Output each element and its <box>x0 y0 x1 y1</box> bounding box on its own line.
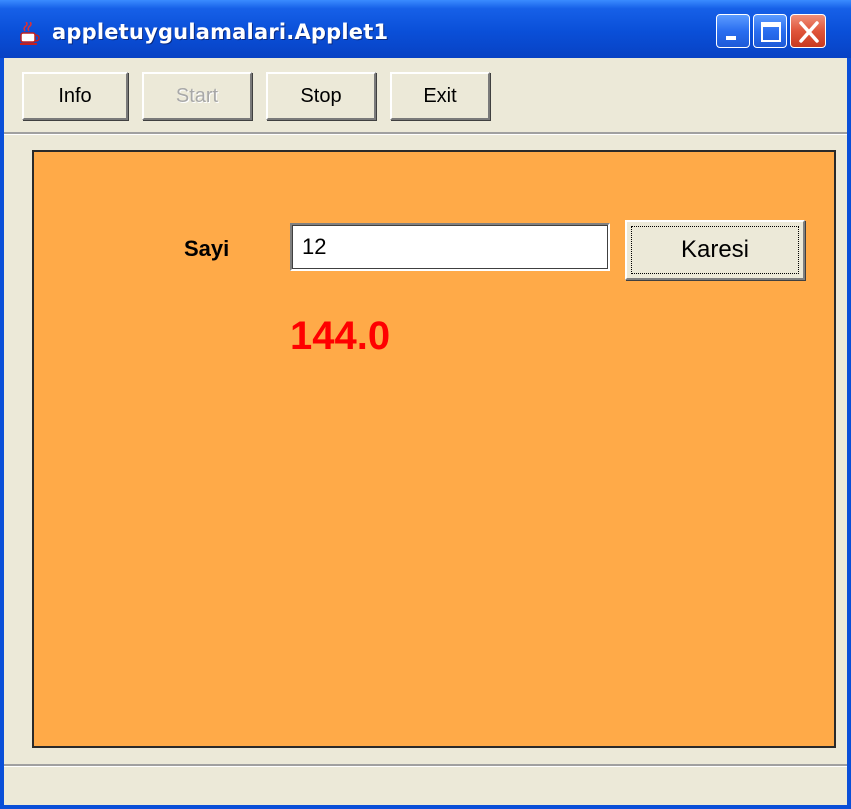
toolbar-separator <box>4 132 847 135</box>
title-bar[interactable]: appletuygulamalari.Applet1 <box>0 0 851 58</box>
info-button[interactable]: Info <box>22 72 128 120</box>
toolbar: Info Start Stop Exit <box>4 58 847 132</box>
exit-button[interactable]: Exit <box>390 72 490 120</box>
minimize-button[interactable] <box>716 14 750 48</box>
close-button[interactable] <box>790 14 826 48</box>
maximize-button[interactable] <box>753 14 787 48</box>
start-button[interactable]: Start <box>142 72 252 120</box>
stop-button[interactable]: Stop <box>266 72 376 120</box>
karesi-button[interactable]: Karesi <box>625 220 805 280</box>
applet-panel: Sayi Karesi 144.0 <box>32 150 836 748</box>
maximize-icon <box>761 22 781 42</box>
status-bar <box>4 764 847 804</box>
result-value: 144.0 <box>290 314 391 358</box>
window-title: appletuygulamalari.Applet1 <box>52 20 389 44</box>
close-icon <box>799 21 819 43</box>
karesi-button-label: Karesi <box>680 236 750 263</box>
minimize-icon <box>726 36 736 40</box>
status-bar-highlight <box>4 766 847 767</box>
java-cup-icon <box>20 22 40 45</box>
applet-viewer-window: appletuygulamalari.Applet1 Info Start St… <box>0 0 851 809</box>
sayi-input[interactable] <box>290 223 610 271</box>
sayi-label: Sayi <box>184 236 230 261</box>
